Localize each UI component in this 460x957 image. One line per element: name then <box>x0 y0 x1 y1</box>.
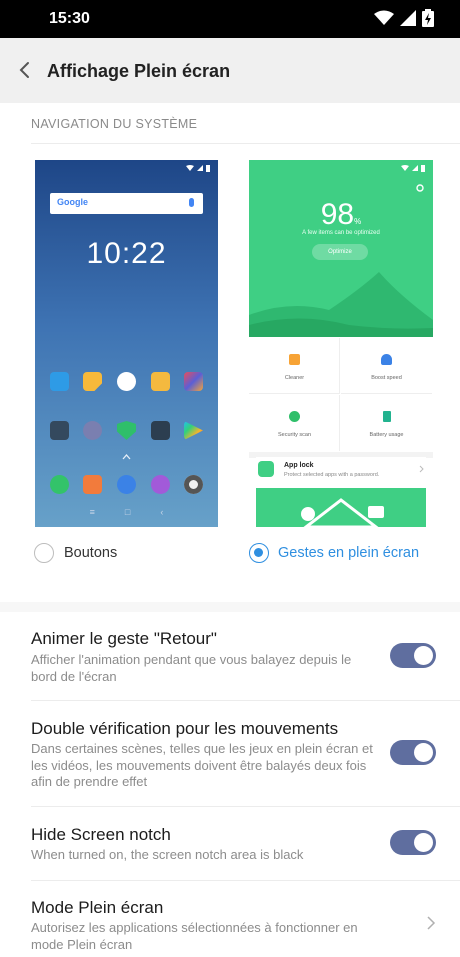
settings-app-icon <box>83 421 102 440</box>
themes-app-icon <box>184 372 203 391</box>
section-label-navigation: NAVIGATION DU SYSTÈME <box>31 117 198 131</box>
optimize-button: Optimize <box>312 244 368 260</box>
signal-icon <box>400 10 416 26</box>
page-title: Affichage Plein écran <box>47 61 231 81</box>
shop-app-icon <box>83 475 102 494</box>
setting-desc-hide-notch: When turned on, the screen notch area is… <box>31 847 304 862</box>
chevron-right-icon[interactable] <box>426 915 436 931</box>
tile-boost-speed: Boost speed <box>341 338 432 394</box>
radio-gestures[interactable] <box>249 543 269 563</box>
app-bar: Affichage Plein écran <box>0 38 460 103</box>
google-play-icon <box>184 421 203 440</box>
mic-icon <box>189 198 194 207</box>
camera-app-icon <box>184 475 203 494</box>
settings-gear-icon <box>416 184 424 192</box>
preview-buttons[interactable]: Google 10:22 ≡ □ ‹ <box>35 160 218 527</box>
chevron-right-icon <box>419 465 424 473</box>
security-header: 98% A few items can be optimized Optimiz… <box>249 160 433 337</box>
tile-security-scan: Security scan <box>249 395 340 451</box>
divider <box>31 880 460 881</box>
battery-charging-icon <box>422 9 434 27</box>
security-app-icon <box>117 421 136 440</box>
preview-clock: 10:22 <box>86 237 167 270</box>
music-app-icon <box>151 475 170 494</box>
setting-title-back-animation[interactable]: Animer le geste "Retour" <box>31 629 217 649</box>
back-icon: ‹ <box>160 507 164 517</box>
status-time: 15:30 <box>49 10 90 27</box>
mini-status-icons <box>186 165 210 172</box>
status-bar: 15:30 <box>0 0 460 38</box>
section-gap <box>0 602 460 612</box>
google-logo: Google <box>57 197 88 207</box>
divider <box>31 143 460 144</box>
house-illustration <box>301 498 384 527</box>
status-icons <box>374 9 434 27</box>
notes-app-icon <box>83 372 102 391</box>
gallery-app-icon <box>50 372 69 391</box>
lock-icon <box>258 461 274 477</box>
radio-label-buttons[interactable]: Boutons <box>64 545 117 561</box>
setting-desc-double-check: Dans certaines scènes, telles que les je… <box>31 741 373 789</box>
browser-app-icon <box>117 475 136 494</box>
score-caption: A few items can be optimized <box>302 230 380 236</box>
app-lock-card: App lock Protect selected apps with a pa… <box>256 457 426 527</box>
menu-icon: ≡ <box>89 507 95 517</box>
mini-status-icons <box>401 165 425 172</box>
preview-gestures[interactable]: 98% A few items can be optimized Optimiz… <box>249 160 433 527</box>
radio-label-gestures[interactable]: Gestes en plein écran <box>278 545 419 561</box>
radio-buttons[interactable] <box>34 543 54 563</box>
home-icon: □ <box>124 507 131 517</box>
setting-title-double-check[interactable]: Double vérification pour les mouvements <box>31 719 338 739</box>
score-value: 98% <box>320 198 362 231</box>
tile-battery-usage: Battery usage <box>341 395 432 451</box>
app-lock-banner <box>256 488 426 527</box>
files-app-icon <box>151 372 170 391</box>
tile-cleaner: Cleaner <box>249 338 340 394</box>
toggle-hide-notch[interactable] <box>390 830 436 855</box>
setting-title-fullscreen-mode[interactable]: Mode Plein écran <box>31 898 163 918</box>
google-search-bar: Google <box>50 193 203 214</box>
toggle-back-animation[interactable] <box>390 643 436 668</box>
back-arrow-icon[interactable] <box>14 58 36 82</box>
folder2-app-icon <box>151 421 170 440</box>
nav-buttons-preview: ≡ □ ‹ <box>35 507 218 517</box>
divider <box>31 806 460 807</box>
setting-desc-back-animation: Afficher l'animation pendant que vous ba… <box>31 652 352 684</box>
setting-title-hide-notch[interactable]: Hide Screen notch <box>31 825 171 845</box>
play-store-app-icon <box>117 372 136 391</box>
divider <box>31 700 460 701</box>
setting-desc-fullscreen-mode: Autorisez les applications sélectionnées… <box>31 920 358 952</box>
folder-app-icon <box>50 421 69 440</box>
wifi-icon <box>374 10 394 25</box>
chevron-up-icon <box>122 454 131 460</box>
landscape-illustration <box>249 272 433 337</box>
phone-app-icon <box>50 475 69 494</box>
toggle-double-check[interactable] <box>390 740 436 765</box>
